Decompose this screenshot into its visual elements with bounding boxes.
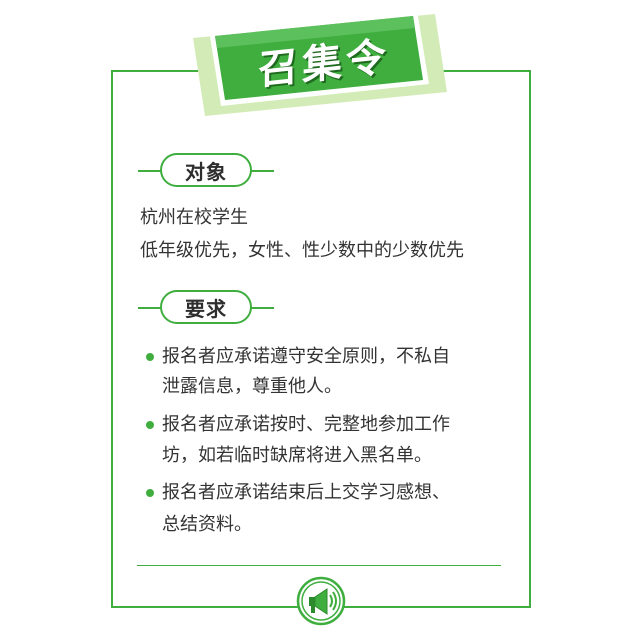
title-banner: 召集令 xyxy=(185,0,455,118)
section-requirements-heading: 要求 xyxy=(160,290,252,324)
bullet-icon xyxy=(146,421,154,429)
header-line-right xyxy=(250,170,274,172)
footer-divider xyxy=(137,565,501,566)
bullet-icon xyxy=(146,353,154,361)
requirement-3-line-1: 报名者应承诺结束后上交学习感想、 xyxy=(162,482,450,503)
requirement-1-line-2: 泄露信息，尊重他人。 xyxy=(162,376,342,397)
requirement-1-line-1: 报名者应承诺遵守安全原则，不私自 xyxy=(162,346,450,367)
target-line-1: 杭州在校学生 xyxy=(140,207,248,228)
bullet-icon xyxy=(146,489,154,497)
section-requirements-header: 要求 xyxy=(138,290,274,326)
target-line-2: 低年级优先，女性、性少数中的少数优先 xyxy=(140,240,464,261)
requirement-3-line-2: 总结资料。 xyxy=(162,514,252,535)
requirement-2-line-2: 坊，如若临时缺席将进入黑名单。 xyxy=(162,445,432,466)
header-line-right xyxy=(250,307,274,309)
section-target-header: 对象 xyxy=(138,153,274,189)
requirement-2-line-1: 报名者应承诺按时、完整地参加工作 xyxy=(162,414,450,435)
megaphone-icon xyxy=(296,576,346,626)
header-line-left xyxy=(138,307,162,309)
section-target-heading: 对象 xyxy=(160,153,252,187)
header-line-left xyxy=(138,170,162,172)
